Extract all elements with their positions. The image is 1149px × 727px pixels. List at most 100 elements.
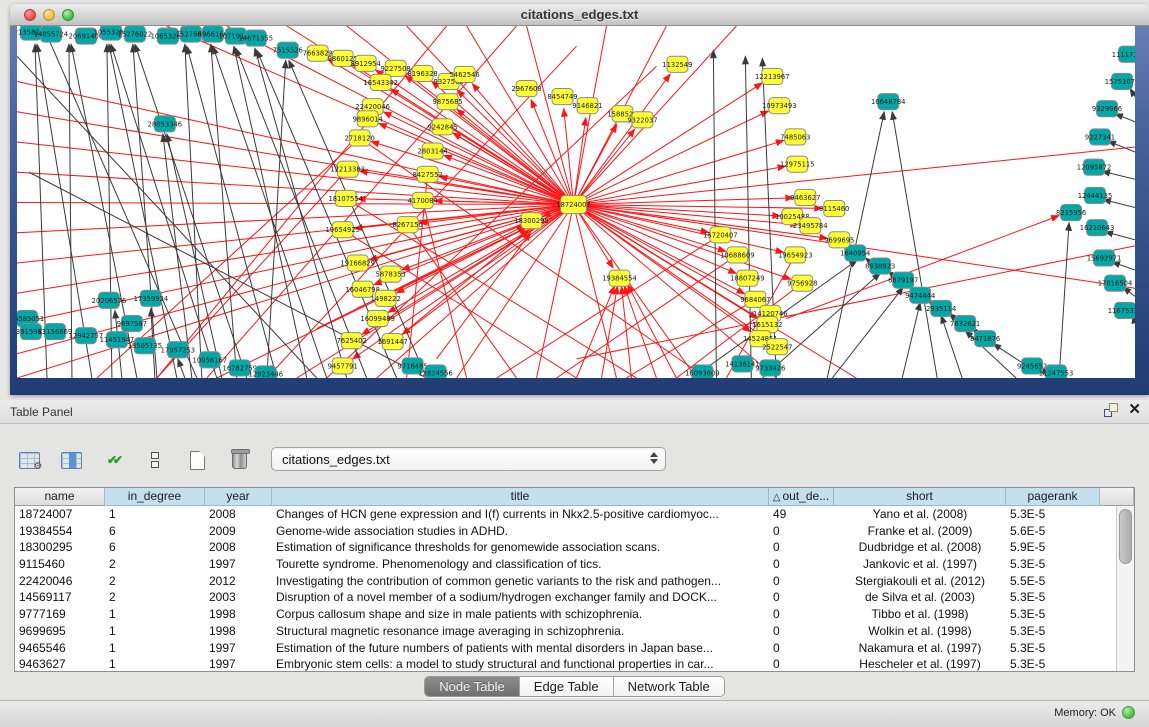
cell-title[interactable]: Disruption of a novel member of a sodium… [272,589,769,606]
graph-node-selected[interactable]: 1132549 [662,56,692,72]
column-header-name[interactable]: name [15,488,105,506]
cell-pagerank[interactable]: 5.3E-5 [1006,589,1100,606]
graph-node-selected[interactable]: 9699695 [824,232,854,248]
table-selector-dropdown[interactable]: citations_edges.txt [271,447,666,471]
column-header-out_degree[interactable]: △out_de... [769,488,834,506]
cell-out_degree[interactable]: 0 [769,539,834,556]
cell-short[interactable]: Franke et al. (2009) [834,523,1006,540]
cell-pagerank[interactable]: 5.6E-5 [1006,523,1100,540]
cell-title[interactable]: Estimation of significance thresholds fo… [272,539,769,556]
cell-pagerank[interactable]: 5.5E-5 [1006,573,1100,590]
cell-name[interactable]: 22420046 [15,573,105,590]
graph-node-selected[interactable]: 5878353 [376,266,406,282]
graph-node-selected[interactable]: 9146821 [572,98,602,114]
cell-in_degree[interactable]: 2 [105,556,205,573]
cell-name[interactable]: 9777169 [15,606,105,623]
graph-node[interactable]: 7515526 [273,42,303,58]
graph-node[interactable]: 11675331 [1108,302,1135,318]
graph-node-selected[interactable]: 4170084 [408,192,438,208]
graph-node[interactable]: 11117112 [1112,46,1135,62]
cell-title[interactable]: Corpus callosum shape and size in male p… [272,606,769,623]
graph-node-selected[interactable]: 2967608 [511,80,541,96]
cell-name[interactable]: 9115460 [15,556,105,573]
cell-out_degree[interactable]: 0 [769,640,834,657]
graph-node-selected[interactable]: 16099489 [360,310,395,326]
column-header-title[interactable]: title [272,488,769,506]
cell-name[interactable]: 18300295 [15,539,105,556]
graph-node-selected[interactable]: 18724007 [556,195,591,213]
table-row[interactable]: 2242004622012Investigating the contribut… [15,573,1116,590]
table-row[interactable]: 969969511998Structural magnetic resonanc… [15,623,1116,640]
cell-out_degree[interactable]: 0 [769,523,834,540]
graph-node[interactable]: 6879197 [888,272,918,288]
cell-out_degree[interactable]: 0 [769,556,834,573]
cell-short[interactable]: de Silva et al. (2003) [834,589,1006,606]
cell-in_degree[interactable]: 1 [105,506,205,523]
close-panel-icon[interactable]: ✕ [1128,403,1141,417]
cell-out_degree[interactable]: 0 [769,589,834,606]
cell-title[interactable]: Investigating the contribution of common… [272,573,769,590]
cell-pagerank[interactable]: 5.3E-5 [1006,606,1100,623]
graph-node-selected[interactable]: 12213967 [755,68,790,84]
cell-out_degree[interactable]: 49 [769,506,834,523]
table-settings-icon[interactable]: ⚙ [14,445,44,475]
cell-name[interactable]: 9465546 [15,640,105,657]
graph-node-selected[interactable]: 8912954 [351,55,381,71]
citation-network-graph[interactable]: 2135822414055724206914061055328715276022… [17,26,1135,378]
graph-node[interactable]: 17016504 [1098,275,1133,291]
graph-node-selected[interactable]: 1498222 [371,290,401,306]
graph-node-selected[interactable]: 7485063 [780,129,810,145]
cell-short[interactable]: Hescheler et al. (1997) [834,656,1006,671]
graph-node[interactable]: 9474444 [905,287,935,303]
graph-node-selected[interactable]: 9457791 [328,358,358,374]
cell-year[interactable]: 2008 [205,506,272,523]
cell-year[interactable]: 1997 [205,656,272,671]
graph-node[interactable]: 9733426 [755,360,785,376]
memory-status[interactable]: Memory: OK [1054,706,1135,719]
new-file-icon[interactable] [182,445,212,475]
cell-out_degree[interactable]: 0 [769,606,834,623]
cell-in_degree[interactable]: 1 [105,606,205,623]
graph-node-selected[interactable]: 9875685 [433,94,463,110]
table-scrollbar[interactable] [1116,506,1134,671]
cell-short[interactable]: Dudbridge et al. (2008) [834,539,1006,556]
graph-node-selected[interactable]: 7625402 [337,333,367,349]
cell-out_degree[interactable]: 0 [769,573,834,590]
cell-name[interactable]: 19384554 [15,523,105,540]
cell-year[interactable]: 1997 [205,640,272,657]
scrollbar-thumb[interactable] [1119,509,1132,564]
cell-out_degree[interactable]: 0 [769,656,834,671]
cell-short[interactable]: Nakamura et al. (1997) [834,640,1006,657]
network-canvas[interactable]: 2135822414055724206914061055328715276022… [17,26,1135,378]
graph-node-selected[interactable]: 19654923 [778,247,813,263]
graph-node-selected[interactable]: 9242845 [428,119,458,135]
graph-node[interactable]: 9697587 [117,315,147,331]
graph-node[interactable]: 15751074 [1105,73,1135,89]
graph-node-selected[interactable]: 1691447 [378,334,408,350]
cell-name[interactable]: 9463627 [15,656,105,671]
column-visibility-icon[interactable] [56,445,86,475]
cell-year[interactable]: 1997 [205,556,272,573]
graph-node-selected[interactable]: 9463627 [790,189,820,205]
cell-title[interactable]: Structural magnetic resonance image aver… [272,623,769,640]
graph-node-selected[interactable]: 2718120 [345,130,375,146]
graph-node[interactable]: 8471876 [970,331,1000,347]
graph-node-selected[interactable]: 5462546 [449,66,479,82]
table-row[interactable]: 1830029562008Estimation of significance … [15,539,1116,556]
cell-out_degree[interactable]: 0 [769,623,834,640]
table-row[interactable]: 911546021997Tourette syndrome. Phenomeno… [15,556,1116,573]
cell-name[interactable]: 14569117 [15,589,105,606]
graph-node[interactable]: 9227341 [1085,129,1115,145]
cell-year[interactable]: 2009 [205,523,272,540]
table-row[interactable]: 946554611997Estimation of the future num… [15,640,1116,657]
graph-node[interactable]: 2935114 [926,300,956,316]
cell-name[interactable]: 18724007 [15,506,105,523]
cell-in_degree[interactable]: 6 [105,523,205,540]
graph-node[interactable]: 16648784 [871,94,906,110]
graph-node[interactable]: 12444135 [1078,187,1113,203]
column-header-year[interactable]: year [205,488,272,506]
cell-in_degree[interactable]: 2 [105,589,205,606]
cell-in_degree[interactable]: 1 [105,623,205,640]
cell-pagerank[interactable]: 5.9E-5 [1006,539,1100,556]
graph-node[interactable]: 12095872 [1077,159,1112,175]
